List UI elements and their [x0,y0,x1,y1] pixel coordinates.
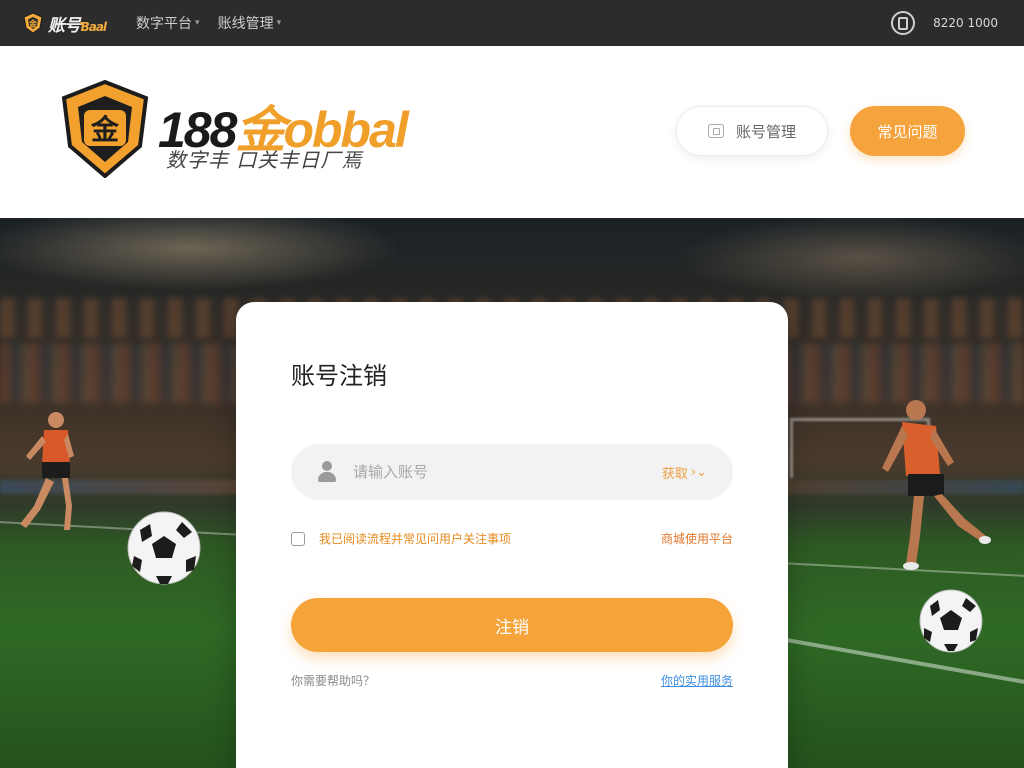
account-input[interactable] [353,463,623,481]
player-right-image [882,400,991,570]
cancel-account-button[interactable]: 注销 [291,598,733,652]
chevron-right-icon: ›⌄ [690,464,707,480]
top-brand-name: 账号Ɓaal [48,15,107,36]
top-logo[interactable]: 金 账号Ɓaal [22,11,107,36]
brand-shield-icon: 金 [61,80,149,178]
service-link[interactable]: 你的实用服务 [661,672,733,689]
nav-item-line-management[interactable]: 账线管理 ▾ [218,13,282,33]
account-management-label: 账号管理 [735,122,796,141]
shield-logo-icon: 金 [23,12,43,34]
document-icon [707,124,724,138]
svg-text:金: 金 [28,19,38,29]
account-input-wrapper: 获取 ›⌄ [291,444,733,500]
brand-subtitle: 数字丰 口关丰日厂焉 [166,148,363,172]
agreement-checkbox[interactable] [291,531,305,546]
soccer-ball-image [127,511,201,585]
nav-item-label: 账线管理 [217,16,274,32]
agreement-link[interactable]: 商城使用平台 [661,530,733,547]
input-action-button[interactable]: 获取 ›⌄ [662,463,707,482]
user-account-icon[interactable] [891,11,916,35]
chevron-down-icon: ▾ [276,18,282,28]
card-footer: 你需要帮助吗？ 你的实用服务 [291,672,733,689]
agreement-text: 我已阅读流程并常见问用户关注事项 [319,532,512,546]
nav-item-digital-platform[interactable]: 数字平台 ▾ [136,13,200,33]
top-nav: 数字平台 ▾ 账线管理 ▾ [136,13,281,33]
svg-text:金: 金 [90,113,120,146]
help-text: 你需要帮助吗？ [291,674,376,688]
card-title: 账号注销 [291,362,387,390]
phone-number: 8220 1000 [933,16,998,30]
account-management-button[interactable]: 账号管理 [676,106,828,156]
input-action-label: 获取 [661,466,688,482]
chevron-down-icon: ▾ [195,18,200,28]
user-icon [317,461,337,483]
header: 金 188金obbal 数字丰 口关丰日厂焉 账号管理 常见问题 [0,46,1024,218]
agreement-row: 我已阅读流程并常见问用户关注事项 商城使用平台 [291,530,733,547]
pitch-line [771,635,1024,685]
nav-item-label: 数字平台 [136,16,193,32]
top-right: 8220 1000 [891,11,998,35]
faq-button[interactable]: 常见问题 [850,106,965,156]
account-cancellation-card: 账号注销 获取 ›⌄ 我已阅读流程并常见问用户关注事项 商城使用平台 注销 你需… [236,302,788,768]
top-bar: 金 账号Ɓaal 数字平台 ▾ 账线管理 ▾ 8220 1000 [0,0,1024,46]
player-left-image [20,412,74,530]
soccer-ball-image [919,589,983,653]
